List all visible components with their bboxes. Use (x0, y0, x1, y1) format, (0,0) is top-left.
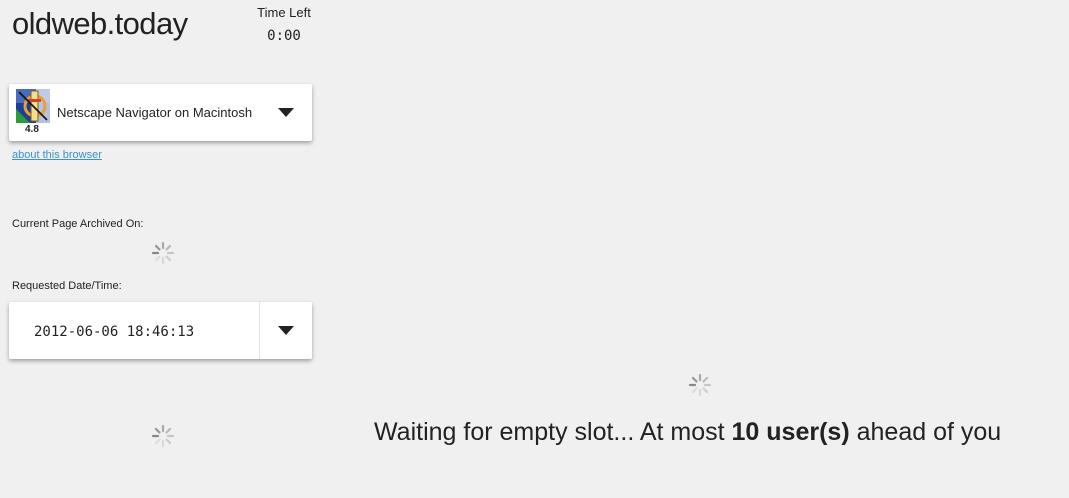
netscape-navigator-icon (16, 89, 50, 123)
about-browser-link[interactable]: about this browser (12, 149, 102, 161)
time-left-label: Time Left (257, 5, 311, 20)
queue-status-prefix: Waiting for empty slot... At most (374, 418, 732, 446)
page-root: oldweb.today Time Left 0:00 4.8 Netscape… (0, 0, 1069, 498)
browser-version-label: 4.8 (25, 124, 39, 135)
requested-datetime-label: Requested Date/Time: (12, 280, 122, 292)
requested-datetime-value[interactable]: 2012-06-06 18:46:13 (34, 324, 194, 340)
datetime-dropdown-button[interactable] (260, 302, 312, 359)
chevron-down-icon (278, 326, 294, 335)
time-left-value: 0:00 (267, 28, 301, 44)
loading-spinner-icon (151, 424, 175, 448)
chevron-down-icon (278, 108, 294, 117)
requested-datetime-field[interactable]: 2012-06-06 18:46:13 (9, 302, 312, 359)
archived-on-label: Current Page Archived On: (12, 218, 144, 230)
browser-name-label: Netscape Navigator on Macintosh (57, 105, 253, 120)
queue-status-message: Waiting for empty slot... At most 10 use… (374, 418, 1001, 447)
loading-spinner-icon (151, 241, 175, 265)
browser-select-dropdown[interactable]: 4.8 Netscape Navigator on Macintosh (9, 84, 312, 141)
queue-user-count: 10 user(s) (731, 418, 850, 446)
queue-status-suffix: ahead of you (849, 418, 1002, 446)
loading-spinner-icon (688, 373, 712, 397)
app-logo-title[interactable]: oldweb.today (12, 6, 188, 42)
